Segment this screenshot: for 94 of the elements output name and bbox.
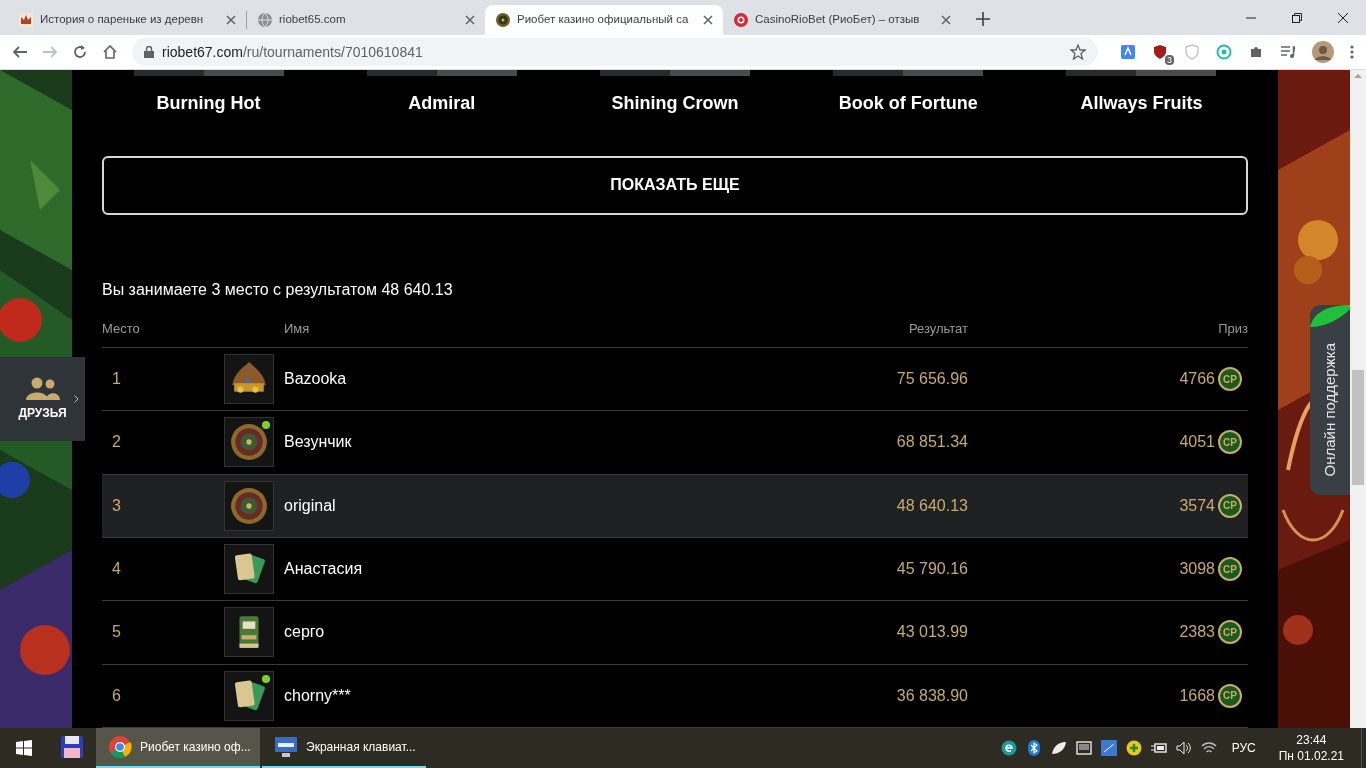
show-more-button[interactable]: ПОКАЗАТЬ ЕЩЕ: [102, 156, 1248, 215]
tab-title: Риобет казино официальный са: [517, 12, 690, 28]
player-name: chorny***: [284, 685, 351, 706]
globe-icon: [257, 12, 273, 28]
lock-icon: [144, 46, 154, 58]
crown-icon: [18, 12, 34, 28]
result-value: 45 790.16: [896, 560, 968, 578]
game-title[interactable]: Book of Fortune: [838, 90, 978, 117]
prize-value: 2383: [1179, 622, 1215, 643]
player-name: серго: [284, 622, 325, 643]
column-header: Имя: [283, 319, 311, 338]
place-number: 2: [112, 433, 121, 451]
home-icon[interactable]: [102, 44, 118, 60]
close-icon[interactable]: [1338, 12, 1348, 23]
plus-circle-icon[interactable]: [1125, 740, 1142, 756]
browser-tab[interactable]: История о пареньке из деревн: [8, 5, 246, 35]
result-value: 68 851.34: [896, 433, 968, 451]
leaderboard-summary: Вы занимаете 3 место с результатом 48 640.13: [102, 279, 454, 300]
chevron-icon: [74, 395, 79, 403]
player-name: Везунчик: [284, 432, 352, 453]
roulette-icon: [230, 423, 268, 462]
place-number: 1: [112, 370, 121, 387]
avatar-icon[interactable]: [1312, 41, 1334, 63]
coin-badge: CP: [1218, 430, 1242, 455]
prize-value: 3574: [1179, 495, 1215, 516]
coin-badge: CP: [1218, 620, 1242, 645]
close-icon[interactable]: [703, 15, 713, 25]
network-adapter-icon[interactable]: [1100, 740, 1117, 756]
prize-value: 3098: [1179, 559, 1215, 580]
prize-value: 1668: [1179, 685, 1215, 706]
friends-panel[interactable]: ДРУЗЬЯ: [0, 357, 85, 441]
eset-icon[interactable]: [1000, 740, 1017, 756]
more-icon[interactable]: [1350, 44, 1354, 60]
column-header: Приз: [1217, 319, 1248, 338]
windows-icon[interactable]: [16, 740, 32, 756]
extension-badge: 3: [1165, 55, 1174, 65]
place-number: 5: [112, 623, 121, 641]
result-value: 36 838.90: [896, 686, 968, 704]
friends-label: ДРУЗЬЯ: [18, 405, 67, 422]
people-icon: [25, 376, 60, 400]
coin-badge: CP: [1218, 493, 1242, 518]
taskbar-button[interactable]: Риобет казино оф...: [96, 728, 260, 768]
result-value: 43 013.99: [896, 623, 968, 641]
game-title[interactable]: Admiral: [408, 90, 476, 117]
player-name: original: [284, 495, 336, 516]
scrollbar-thumb[interactable]: [1352, 370, 1364, 485]
reload-icon[interactable]: [72, 44, 88, 60]
roulette-icon: [230, 486, 268, 525]
new-tab-icon[interactable]: [976, 12, 990, 26]
puzzle-icon[interactable]: [1248, 44, 1264, 60]
chrome-icon: [108, 735, 132, 759]
bluetooth-icon[interactable]: [1025, 740, 1042, 756]
tab-title: История о пареньке из деревн: [40, 12, 205, 28]
player-name: Анастасия: [284, 559, 363, 580]
browser-tab[interactable]: CasinoRioBet (РиоБет) – отзыв: [723, 5, 961, 35]
restore-icon[interactable]: [1292, 12, 1302, 23]
playlist-icon[interactable]: [1280, 44, 1296, 60]
shield-icon[interactable]: [1152, 44, 1168, 60]
address-bar[interactable]: riobet67.com/ru/tournaments/7010610841: [132, 38, 1098, 66]
battery-icon[interactable]: [1150, 740, 1167, 756]
tab-title: CasinoRioBet (РиоБет) – отзыв: [755, 12, 921, 28]
monitor-icon: [274, 735, 298, 759]
tab-title: riobet65.com: [279, 12, 347, 28]
online-support-tab[interactable]: Онлайн поддержка: [1310, 305, 1350, 495]
browser-tab[interactable]: riobet65.com: [247, 5, 485, 35]
roulette-icon: [495, 12, 511, 28]
player-name: Bazooka: [284, 369, 347, 389]
back-icon[interactable]: [12, 44, 28, 60]
language-indicator[interactable]: РУС: [1225, 739, 1262, 757]
browser-tab[interactable]: Риобет казино официальный са: [485, 5, 723, 35]
column-header: Место: [102, 319, 141, 338]
place-number: 3: [112, 496, 121, 514]
leaf-icon[interactable]: [1050, 740, 1067, 756]
url-text: riobet67.com/ru/tournaments/7010610841: [162, 42, 423, 62]
speaker-icon[interactable]: [1175, 740, 1192, 756]
leaf-icon: [1310, 305, 1350, 327]
touchpad-icon[interactable]: [1075, 740, 1092, 756]
result-value: 75 656.96: [896, 370, 968, 387]
chip-icon: [733, 12, 749, 28]
game-title[interactable]: Burning Hot: [156, 90, 261, 117]
coin-badge: CP: [1218, 367, 1242, 391]
clock[interactable]: 23:44 Пн 01.02.21: [1270, 732, 1352, 764]
game-title[interactable]: Allways Fruits: [1080, 90, 1203, 117]
place-number: 6: [112, 686, 121, 704]
game-title[interactable]: Shining Crown: [611, 90, 739, 117]
column-header: Результат: [907, 319, 969, 338]
coin-badge: CP: [1218, 557, 1242, 582]
prize-value: 4051: [1179, 432, 1215, 453]
place-number: 4: [112, 560, 121, 578]
result-value: 48 640.13: [896, 496, 968, 514]
star-icon[interactable]: [1070, 44, 1086, 60]
prize-value: 4766: [1179, 369, 1215, 389]
coin-badge: CP: [1218, 683, 1242, 708]
taskbar-button[interactable]: Экранная клавиат...: [262, 728, 426, 768]
